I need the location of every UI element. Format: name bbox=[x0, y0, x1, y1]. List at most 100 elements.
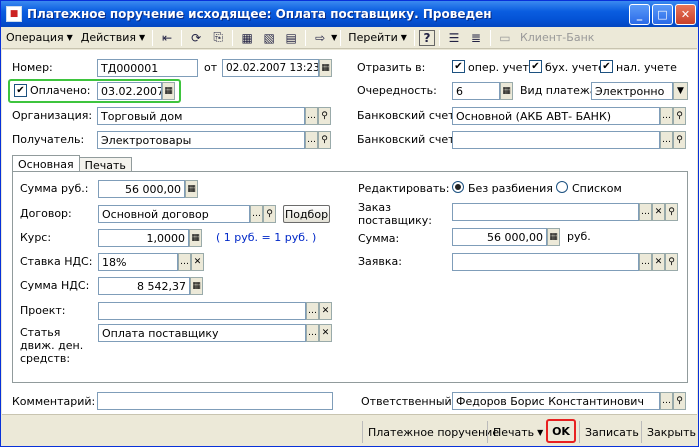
responsible-select-button[interactable]: … bbox=[660, 392, 673, 410]
org-select-button[interactable]: … bbox=[305, 107, 318, 125]
order-select-button[interactable]: … bbox=[639, 203, 652, 221]
comment-field[interactable] bbox=[97, 392, 333, 410]
number-label: Номер: bbox=[12, 61, 53, 74]
org-field[interactable]: Торговый дом bbox=[97, 107, 305, 125]
save-button[interactable]: Записать bbox=[585, 423, 639, 441]
recipient-open-icon[interactable]: ⚲ bbox=[318, 131, 331, 149]
contract-label: Договор: bbox=[20, 207, 72, 220]
project-clear-icon[interactable]: ✕ bbox=[319, 302, 332, 320]
cashflow-field[interactable]: Оплата поставщику bbox=[98, 324, 306, 342]
contract-open-icon[interactable]: ⚲ bbox=[263, 205, 276, 223]
minimize-button[interactable]: _ bbox=[629, 3, 650, 25]
based-on-icon[interactable]: ⇨ bbox=[310, 28, 330, 48]
tab-main[interactable]: Основная bbox=[12, 155, 80, 172]
queue-field[interactable]: 6 bbox=[452, 82, 500, 100]
contract-field[interactable]: Основной договор bbox=[98, 205, 250, 223]
close-window-button[interactable]: ✕ bbox=[675, 3, 696, 25]
list-label: Списком bbox=[572, 182, 622, 195]
amount-field[interactable]: 56 000,00 bbox=[452, 228, 547, 246]
paytype-dropdown-icon[interactable]: ▼ bbox=[673, 82, 688, 100]
sum-field[interactable]: 56 000,00 bbox=[98, 180, 185, 198]
oper-checkbox[interactable]: ✔ bbox=[452, 60, 465, 73]
edit-label: Редактировать: bbox=[358, 182, 450, 195]
request-clear-icon[interactable]: ✕ bbox=[652, 253, 665, 271]
responsible-label: Ответственный: bbox=[361, 395, 456, 408]
cashflow-select-button[interactable]: … bbox=[306, 324, 319, 342]
nal-checkbox[interactable]: ✔ bbox=[600, 60, 613, 73]
actions-menu[interactable]: Действия ▼ bbox=[77, 28, 149, 48]
tab-strip: Основная Печать bbox=[12, 155, 132, 172]
ok-button[interactable]: OK bbox=[546, 419, 576, 443]
paid-date-field[interactable]: 03.02.2007 bbox=[97, 82, 162, 100]
sum-label: Сумма руб.: bbox=[20, 182, 89, 195]
no-split-radio[interactable] bbox=[452, 181, 464, 193]
queue-stepper-icon[interactable]: ▦ bbox=[500, 82, 513, 100]
vat-sum-field[interactable]: 8 542,37 bbox=[98, 277, 190, 295]
queue-label: Очередность: bbox=[357, 84, 437, 97]
rate-field[interactable]: 1,0000 bbox=[98, 229, 189, 247]
project-field[interactable] bbox=[98, 302, 306, 320]
bank2-label: Банковский счет: bbox=[357, 133, 459, 146]
vat-sum-calculator-icon[interactable]: ▦ bbox=[190, 277, 203, 295]
bank-open-icon[interactable]: ⚲ bbox=[673, 107, 686, 125]
operation-menu[interactable]: Операция ▼ bbox=[2, 28, 77, 48]
structure-icon[interactable]: ☰ bbox=[444, 28, 464, 48]
recipient-select-button[interactable]: … bbox=[305, 131, 318, 149]
select-button[interactable]: Подбор bbox=[283, 205, 330, 223]
document-icon: ■ bbox=[6, 6, 22, 22]
vat-rate-clear-icon[interactable]: ✕ bbox=[191, 253, 204, 271]
tab-print[interactable]: Печать bbox=[78, 157, 132, 172]
sum-calculator-icon[interactable]: ▦ bbox=[185, 180, 198, 198]
paytype-select[interactable]: Электронно bbox=[591, 82, 673, 100]
date-field[interactable]: 02.02.2007 13:23:53 bbox=[222, 59, 319, 77]
org-open-icon[interactable]: ⚲ bbox=[318, 107, 331, 125]
print-menu-button[interactable]: Печать ▼ bbox=[493, 423, 543, 441]
cashflow-label: Статья движ. ден. средств: bbox=[20, 326, 84, 365]
bank-select-button[interactable]: … bbox=[660, 107, 673, 125]
responsible-field[interactable]: Федоров Борис Константинович bbox=[452, 392, 660, 410]
vat-rate-label: Ставка НДС: bbox=[20, 255, 93, 268]
bank2-open-icon[interactable]: ⚲ bbox=[673, 131, 686, 149]
help-icon[interactable]: ? bbox=[418, 29, 435, 46]
recipient-field[interactable]: Электротовары bbox=[97, 131, 305, 149]
toolbar: Операция ▼ Действия ▼ ⇤ ⟳ ⎘ ▦ ▧ ▤ ⇨ ▼ Перей… bbox=[2, 27, 697, 49]
maximize-button[interactable]: □ bbox=[652, 3, 673, 25]
rate-calculator-icon[interactable]: ▦ bbox=[189, 229, 202, 247]
order-clear-icon[interactable]: ✕ bbox=[652, 203, 665, 221]
order-field[interactable] bbox=[452, 203, 639, 221]
amount-calculator-icon[interactable]: ▦ bbox=[547, 228, 560, 246]
refresh-icon[interactable]: ⟳ bbox=[186, 28, 206, 48]
vat-rate-field[interactable]: 18% bbox=[98, 253, 178, 271]
list-radio[interactable] bbox=[556, 181, 568, 193]
paid-checkbox[interactable]: ✔ bbox=[14, 84, 27, 97]
post-document-icon[interactable]: ⇤ bbox=[157, 28, 177, 48]
responsible-open-icon[interactable]: ⚲ bbox=[673, 392, 686, 410]
number-field[interactable]: ТД000001 bbox=[97, 59, 198, 77]
bank2-select-button[interactable]: … bbox=[660, 131, 673, 149]
settings-list-icon[interactable]: ≣ bbox=[466, 28, 486, 48]
contract-select-button[interactable]: … bbox=[250, 205, 263, 223]
request-open-icon[interactable]: ⚲ bbox=[665, 253, 678, 271]
request-field[interactable] bbox=[452, 253, 639, 271]
oper-label: опер. учете bbox=[468, 61, 536, 74]
vat-rate-select-button[interactable]: … bbox=[178, 253, 191, 271]
org-label: Организация: bbox=[12, 109, 93, 122]
cashflow-clear-icon[interactable]: ✕ bbox=[319, 324, 332, 342]
calendar-icon[interactable]: ▦ bbox=[319, 59, 332, 77]
goto-menu[interactable]: Перейти ▼ bbox=[344, 28, 411, 48]
buh-checkbox[interactable]: ✔ bbox=[529, 60, 542, 73]
payment-order-button[interactable]: Платежное поручение bbox=[368, 423, 499, 441]
movements-icon[interactable]: ▤ bbox=[281, 28, 301, 48]
close-button[interactable]: Закрыть bbox=[647, 423, 696, 441]
bottom-bar: Платежное поручение Печать ▼ OK Записать … bbox=[2, 414, 697, 446]
bank2-field[interactable] bbox=[452, 131, 660, 149]
paid-calendar-icon[interactable]: ▦ bbox=[162, 82, 175, 100]
unpost-icon[interactable]: ▧ bbox=[259, 28, 279, 48]
post-icon[interactable]: ▦ bbox=[237, 28, 257, 48]
request-select-button[interactable]: … bbox=[639, 253, 652, 271]
copy-document-icon[interactable]: ⎘ bbox=[208, 28, 228, 48]
order-open-icon[interactable]: ⚲ bbox=[665, 203, 678, 221]
project-select-button[interactable]: … bbox=[306, 302, 319, 320]
bank-label: Банковский счет: bbox=[357, 109, 459, 122]
bank-field[interactable]: Основной (АКБ АВТ- БАНК) bbox=[452, 107, 660, 125]
